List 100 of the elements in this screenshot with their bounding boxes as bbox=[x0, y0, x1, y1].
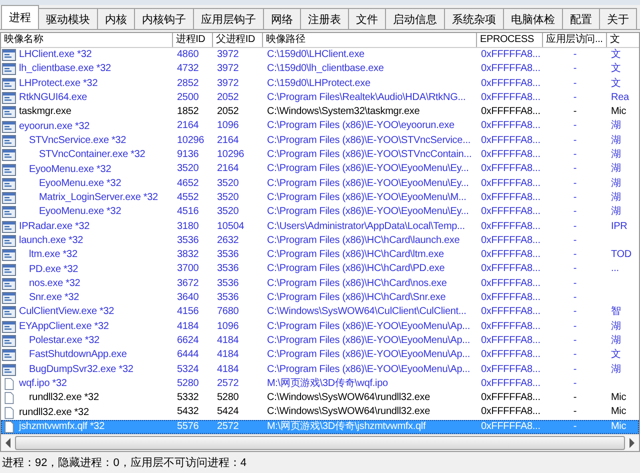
table-cell: 文 bbox=[611, 349, 621, 360]
process-row[interactable]: Matrix_LoginServer.exe *32 4552 3520 C:\Program Files (x86)\E-YOO\EyooMenu\M... 0xFFFFFA8... - 湖 bbox=[1, 190, 639, 206]
table-cell: - bbox=[573, 63, 577, 74]
horizontal-scrollbar[interactable] bbox=[1, 434, 639, 451]
table-cell-text: 3972 bbox=[216, 62, 240, 76]
table-cell-text: 4516 bbox=[176, 205, 200, 220]
table-cell: - bbox=[573, 320, 577, 332]
process-row[interactable]: eyoorun.exe *32 2164 1096 C:\Program Files (x86)\E-YOO\eyoorun.exe 0xFFFFFA8... - 湖 bbox=[1, 119, 639, 134]
process-row[interactable]: IPRadar.exe *32 3180 10504 C:\Users\Administrator\AppData\Local\Temp... 0xFFFFFA8... - IPR bbox=[1, 220, 639, 234]
table-cell-text: 4184 bbox=[216, 334, 240, 348]
table-cell: 湖 bbox=[611, 334, 621, 346]
process-row[interactable]: EyooMenu.exe *32 3520 2164 C:\Program Files (x86)\E-YOO\EyooMenu\Ey... 0xFFFFFA8... - 湖 bbox=[1, 162, 639, 177]
table-cell: - bbox=[573, 349, 577, 360]
table-cell: - bbox=[573, 220, 577, 232]
table-cell: - bbox=[573, 334, 577, 346]
process-row[interactable]: PD.exe *32 3700 3536 C:\Program Files (x86)\HC\hCard\PD.exe 0xFFFFFA8... - ... bbox=[1, 262, 639, 277]
process-row[interactable]: lh_clientbase.exe *32 4732 3972 C:\159d0\lh_clientbase.exe 0xFFFFFA8... - 文 bbox=[1, 62, 639, 77]
table-cell: 文 bbox=[611, 78, 621, 89]
table-cell-text: 1852 bbox=[176, 105, 200, 120]
process-row[interactable]: FastShutdownApp.exe 6444 4184 C:\Program Files (x86)\E-YOO\EyooMenu\Ap... 0xFFFFFA8... - 文 bbox=[1, 348, 639, 363]
window-icon bbox=[2, 78, 16, 90]
process-row[interactable]: CulClientView.exe *32 4156 7680 C:\Windows\SysWOW64\CulClient\CulClient... 0xFFFFFA8... - 智 bbox=[1, 305, 639, 320]
table-cell-text: 2572 bbox=[216, 420, 240, 434]
table-cell-text: 2572 bbox=[216, 376, 240, 391]
table-cell-text: 0xFFFFFA8... bbox=[480, 391, 542, 406]
process-row[interactable]: RtkNGUI64.exe 2500 2052 C:\Program Files\Realtek\Audio\HDA\RtkNG... 0xFFFFFA8... - Rea bbox=[1, 90, 639, 106]
table-cell-text: 10504 bbox=[216, 220, 246, 234]
table-cell: 文 bbox=[611, 49, 621, 60]
tab[interactable]: 关于 bbox=[599, 8, 637, 29]
column-header[interactable]: 父进程ID bbox=[213, 33, 263, 47]
image-name: launch.exe *32 bbox=[18, 234, 84, 248]
table-cell-text: 0xFFFFFA8... bbox=[480, 48, 542, 62]
process-row[interactable]: Snr.exe *32 3640 3536 C:\Program Files (x86)\HC\hCard\Snr.exe 0xFFFFFA8... - bbox=[1, 291, 639, 306]
table-cell-text: 4652 bbox=[176, 176, 200, 191]
column-header[interactable]: EPROCESS bbox=[477, 33, 543, 47]
table-cell-text: 7680 bbox=[216, 305, 240, 320]
table-cell: 湖 bbox=[611, 120, 621, 132]
table-cell-text: 2164 bbox=[216, 134, 240, 148]
image-name: LHProtect.exe *32 bbox=[18, 76, 98, 91]
column-header[interactable]: 映像路径 bbox=[263, 33, 477, 47]
table-cell: - bbox=[573, 206, 577, 218]
process-row[interactable]: nos.exe *32 3672 3536 C:\Program Files (x86)\HC\hCard\nos.exe 0xFFFFFA8... - bbox=[1, 276, 639, 292]
process-row[interactable]: BugDumpSvr32.exe *32 5324 4184 C:\Program Files (x86)\E-YOO\EyooMenu\Ap... 0xFFFFFA8... - 湖 bbox=[1, 362, 639, 377]
image-name: EyooMenu.exe *32 bbox=[38, 205, 122, 220]
table-cell: Mic bbox=[611, 106, 626, 118]
table-cell-text: C:\Program Files (x86)\HC\hCard\PD.exe bbox=[266, 262, 446, 276]
table-cell: Mic bbox=[611, 392, 626, 404]
table-cell-text: 3640 bbox=[176, 291, 200, 306]
table-cell: IPR bbox=[611, 220, 628, 232]
window-icon bbox=[2, 134, 16, 147]
image-name: nos.exe *32 bbox=[28, 276, 80, 291]
left-arrow-icon[interactable] bbox=[3, 438, 13, 448]
tab[interactable]: 进程 bbox=[1, 5, 39, 29]
image-name: PD.exe *32 bbox=[28, 262, 78, 277]
image-name: BugDumpSvr32.exe *32 bbox=[28, 362, 134, 377]
table-cell-text: 3536 bbox=[216, 262, 240, 276]
table-cell: 湖 bbox=[611, 320, 621, 332]
table-cell: ... bbox=[611, 263, 619, 274]
process-row[interactable]: STVncContainer.exe *32 9136 10296 C:\Program Files (x86)\E-YOO\STVncContain... 0xFFFFFA8... - 湖 bbox=[1, 148, 639, 162]
table-cell-text: 5280 bbox=[216, 391, 240, 406]
table-cell-text: 0xFFFFFA8... bbox=[480, 148, 542, 162]
image-name: FastShutdownApp.exe bbox=[28, 348, 127, 362]
table-cell-text: 0xFFFFFA8... bbox=[480, 134, 542, 148]
column-header[interactable]: 文 bbox=[607, 33, 640, 47]
process-row[interactable]: rundll32.exe *32 5332 5280 C:\Windows\SysWOW64\rundll32.exe 0xFFFFFA8... - Mic bbox=[1, 391, 639, 406]
table-cell-text: 3520 bbox=[216, 176, 240, 191]
column-header[interactable]: 应用层访问... bbox=[543, 33, 607, 47]
table-cell: - bbox=[573, 192, 577, 203]
table-cell-text: 2632 bbox=[216, 234, 240, 248]
window-icon bbox=[2, 49, 16, 62]
table-cell-text: C:\Program Files (x86)\E-YOO\EyooMenu\Ap... bbox=[266, 334, 472, 348]
process-row[interactable]: wqf.ipo *32 5280 2572 M:\网页游戏\3D传奇\wqf.ipo 0xFFFFFA8... - bbox=[1, 376, 639, 392]
scrollbar-thumb[interactable] bbox=[15, 436, 625, 450]
image-name: EyooMenu.exe *32 bbox=[28, 162, 112, 177]
process-row[interactable]: LHProtect.exe *32 2852 3972 C:\159d0\LHProtect.exe 0xFFFFFA8... - 文 bbox=[1, 76, 639, 91]
window-icon bbox=[2, 206, 16, 218]
table-cell-text: C:\Program Files (x86)\E-YOO\EyooMenu\Ap... bbox=[266, 348, 472, 362]
table-cell-text: 10296 bbox=[176, 134, 206, 148]
window-icon bbox=[2, 349, 16, 362]
process-row[interactable]: taskmgr.exe 1852 2052 C:\Windows\System32\taskmgr.exe 0xFFFFFA8... - Mic bbox=[1, 105, 639, 120]
image-name: wqf.ipo *32 bbox=[18, 376, 67, 391]
process-row[interactable]: STVncService.exe *32 10296 2164 C:\Program Files (x86)\E-YOO\STVncService... 0xFFFFFA8... - 湖 bbox=[1, 134, 639, 148]
column-header[interactable]: 进程ID bbox=[173, 33, 213, 47]
process-row[interactable]: launch.exe *32 3536 2632 C:\Program Files (x86)\HC\hCard\launch.exe 0xFFFFFA8... - bbox=[1, 234, 639, 248]
process-row[interactable]: LHClient.exe *32 4860 3972 C:\159d0\LHClient.exe 0xFFFFFA8... - 文 bbox=[1, 48, 639, 62]
window-icon bbox=[2, 278, 16, 290]
table-cell-text: 0xFFFFFA8... bbox=[480, 362, 542, 377]
right-arrow-icon[interactable] bbox=[627, 438, 637, 448]
process-row[interactable]: EyooMenu.exe *32 4516 3520 C:\Program Files (x86)\E-YOO\EyooMenu\Ey... 0xFFFFFA8... - 湖 bbox=[1, 205, 639, 220]
column-header[interactable]: 映像名称 bbox=[1, 33, 173, 47]
table-cell: - bbox=[573, 106, 577, 118]
table-cell-text: 2164 bbox=[176, 119, 200, 134]
process-row[interactable]: rundll32.exe *32 5432 5424 C:\Windows\SysWOW64\rundll32.exe 0xFFFFFA8... - Mic bbox=[1, 405, 639, 420]
window-icon bbox=[2, 106, 16, 118]
process-row[interactable]: Polestar.exe *32 6624 4184 C:\Program Files (x86)\E-YOO\EyooMenu\Ap... 0xFFFFFA8... - 湖 bbox=[1, 334, 639, 348]
process-row[interactable]: EyooMenu.exe *32 4652 3520 C:\Program Files (x86)\E-YOO\EyooMenu\Ey... 0xFFFFFA8... - 湖 bbox=[1, 176, 639, 191]
table-cell-text: 0xFFFFFA8... bbox=[480, 90, 542, 105]
process-row[interactable]: EYAppClient.exe *32 4184 1096 C:\Program Files (x86)\E-YOO\EyooMenu\Ap... 0xFFFFFA8... - 湖 bbox=[1, 320, 639, 334]
table-cell-text: 2052 bbox=[216, 105, 240, 120]
process-row[interactable]: ltm.exe *32 3832 3536 C:\Program Files (x86)\HC\hCard\ltm.exe 0xFFFFFA8... - TOD bbox=[1, 248, 639, 262]
